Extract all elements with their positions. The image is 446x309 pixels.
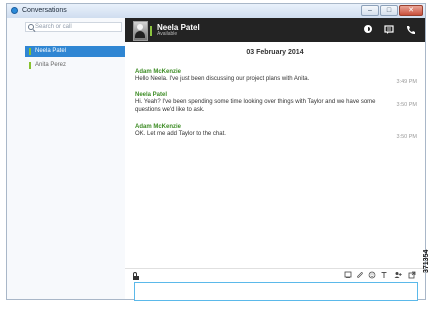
presence-icon [150, 26, 152, 36]
close-button[interactable]: ✕ [399, 5, 423, 16]
presence-toggle-button[interactable] [364, 25, 374, 35]
conversation-date: 03 February 2014 [246, 49, 304, 56]
chat-header: Neela Patel Available [125, 18, 425, 42]
conversation-sidebar: Search or call Neela Patel Anita Perez [7, 18, 126, 299]
screenshot-icon [344, 271, 352, 278]
presence-icon [29, 62, 31, 69]
maximize-button[interactable]: □ [380, 5, 398, 16]
message-item: Adam McKenzie Hello Neela. I've just bee… [135, 69, 419, 85]
title-bar: Conversations – □ ✕ [7, 4, 425, 19]
avatar [133, 21, 148, 41]
presence-icon [29, 48, 31, 55]
search-input[interactable]: Search or call [25, 22, 122, 32]
attach-icon [357, 272, 363, 278]
phone-icon [406, 26, 415, 35]
attach-button[interactable] [356, 271, 364, 279]
contact-name: Anita Perez [35, 62, 67, 68]
figure-label: 371354 [423, 249, 430, 273]
availability-status: Available [157, 31, 178, 37]
message-time: 3:50 PM [396, 134, 417, 140]
search-placeholder: Search or call [35, 24, 72, 30]
font-button[interactable] [380, 271, 388, 279]
message-time: 3:49 PM [396, 79, 417, 85]
contact-list-item-neela-patel[interactable]: Neela Patel [25, 46, 125, 57]
popout-icon [408, 271, 416, 279]
chat-panel: Neela Patel Available 03 February 2014 A… [125, 18, 425, 301]
message-text: OK. Let me add Taylor to the chat. [135, 131, 226, 137]
emoticon-icon [368, 271, 376, 279]
search-icon [28, 24, 34, 30]
message-text: Hi. Yeah? I've been spending some time l… [135, 99, 376, 113]
chat-button[interactable] [384, 25, 394, 35]
font-icon [381, 272, 387, 278]
add-participant-icon [394, 272, 402, 278]
message-input[interactable] [134, 282, 418, 301]
app-logo-icon [11, 7, 18, 14]
chat-icon [384, 25, 394, 34]
half-circle-icon [364, 25, 372, 33]
contact-list-item-anita-perez[interactable]: Anita Perez [25, 60, 125, 71]
call-button[interactable] [405, 25, 415, 35]
message-text: Hello Neela. I've just been discussing o… [135, 76, 310, 82]
conversations-window: Conversations – □ ✕ Search or call Neela… [6, 3, 426, 301]
window-title: Conversations [22, 7, 67, 14]
screenshot-button[interactable] [344, 271, 352, 279]
minimize-button[interactable]: – [361, 5, 379, 16]
composer-toolbar [125, 268, 425, 281]
message-item: Neela Patel Hi. Yeah? I've been spending… [135, 92, 419, 114]
lock-icon [133, 272, 139, 280]
message-item: Adam McKenzie OK. Let me add Taylor to t… [135, 124, 419, 140]
popout-button[interactable] [408, 271, 416, 279]
add-participant-button[interactable] [394, 271, 402, 279]
contact-name: Neela Patel [35, 48, 67, 54]
conversation-history: 03 February 2014 Adam McKenzie Hello Nee… [125, 42, 425, 268]
window-controls: – □ ✕ [361, 5, 423, 16]
emoticon-button[interactable] [368, 271, 376, 279]
message-time: 3:50 PM [396, 102, 417, 108]
